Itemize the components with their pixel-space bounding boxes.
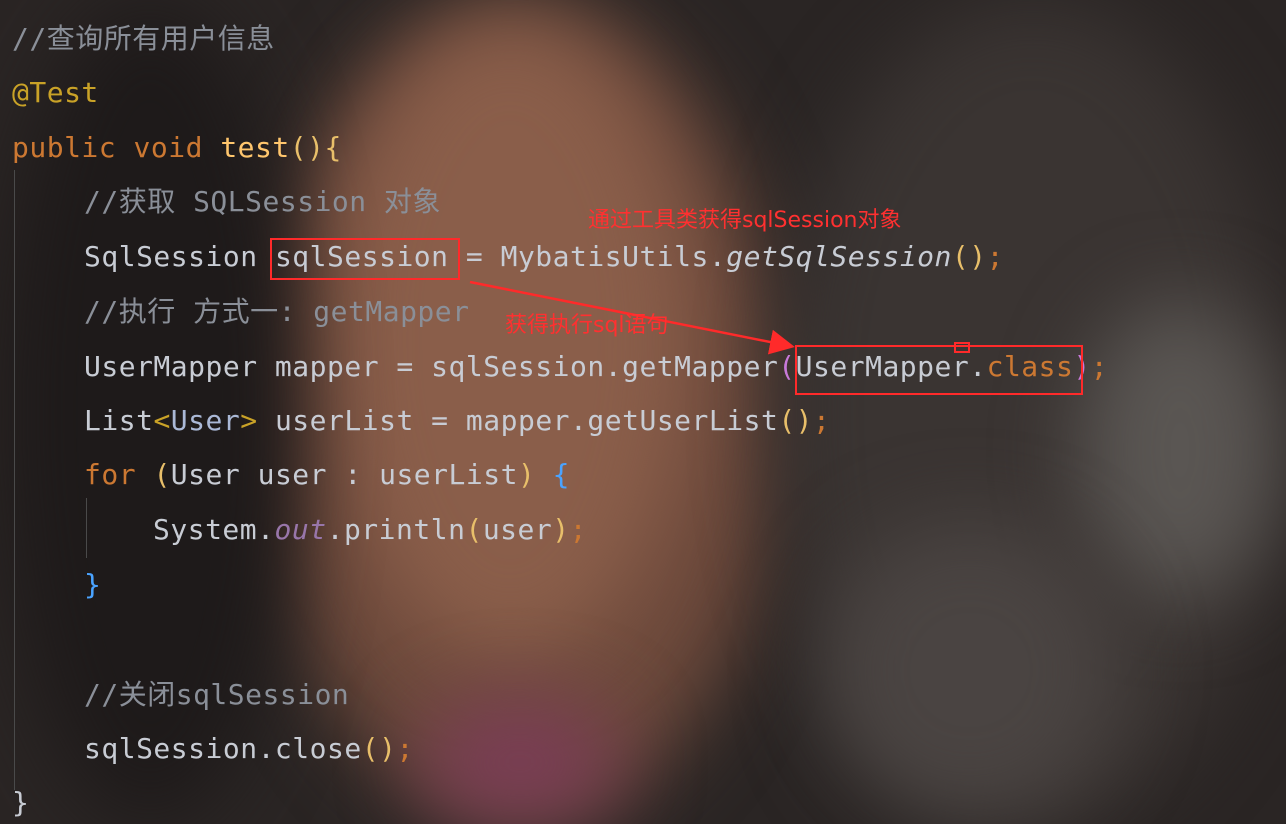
annotation-label-session: 通过工具类获得sqlSession对象 bbox=[588, 208, 902, 233]
annotation-label-exec: 获得执行sql语句 bbox=[505, 313, 669, 338]
arrow-icon bbox=[469, 280, 795, 355]
